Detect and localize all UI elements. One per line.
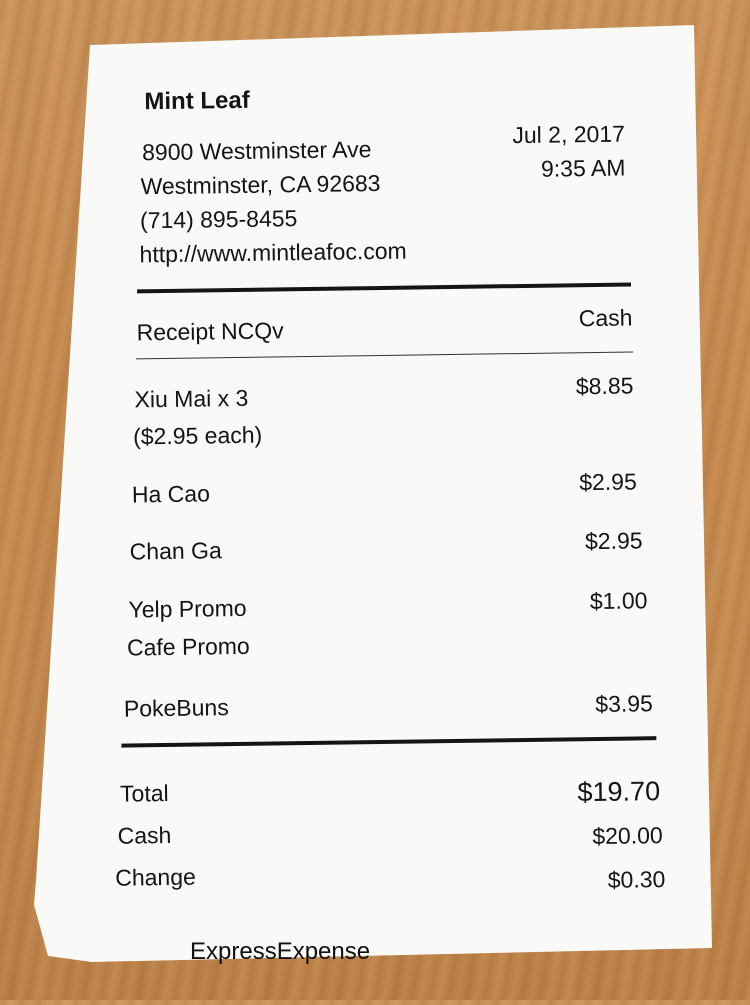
line-item-price: $2.95: [584, 527, 643, 555]
change-value: $0.30: [607, 866, 666, 893]
line-item-detail: Cafe Promo: [126, 632, 250, 661]
store-website: http://www.mintleafoc.com: [139, 237, 407, 268]
totals-divider: [121, 736, 657, 748]
total-value: $19.70: [577, 776, 661, 808]
watermark-text: ExpressExpense: [190, 938, 371, 965]
line-item-price: $2.95: [579, 468, 637, 496]
receipt-date: Jul 2, 2017: [512, 120, 626, 149]
store-address-line1: 8900 Westminster Ave: [141, 136, 372, 166]
store-name: Mint Leaf: [144, 86, 250, 116]
line-item-name: PokeBuns: [123, 694, 229, 722]
line-item-price: $3.95: [595, 690, 654, 718]
line-item-detail: ($2.95 each): [132, 421, 263, 450]
payment-type: Cash: [578, 304, 633, 332]
receipt-time: 9:35 AM: [540, 154, 626, 182]
line-item-name: Ha Cao: [131, 480, 211, 508]
line-item-name: Xiu Mai x 3: [134, 384, 249, 413]
cash-label: Cash: [117, 821, 172, 849]
receipt-id: Receipt NCQv: [136, 317, 284, 346]
line-item-name: Yelp Promo: [128, 594, 247, 623]
header-divider: [137, 282, 632, 294]
total-label: Total: [119, 779, 169, 807]
cash-value: $20.00: [592, 822, 663, 850]
receipt-id-divider: [135, 351, 633, 360]
store-address-line2: Westminster, CA 92683: [140, 169, 381, 200]
line-item-price: $1.00: [589, 587, 648, 615]
store-phone: (714) 895-8455: [139, 205, 298, 234]
line-item-price: $8.85: [575, 372, 634, 400]
receipt-content: Mint Leaf 8900 Westminster Ave Westminst…: [0, 0, 750, 1005]
line-item-name: Chan Ga: [129, 537, 222, 565]
change-label: Change: [115, 863, 196, 891]
